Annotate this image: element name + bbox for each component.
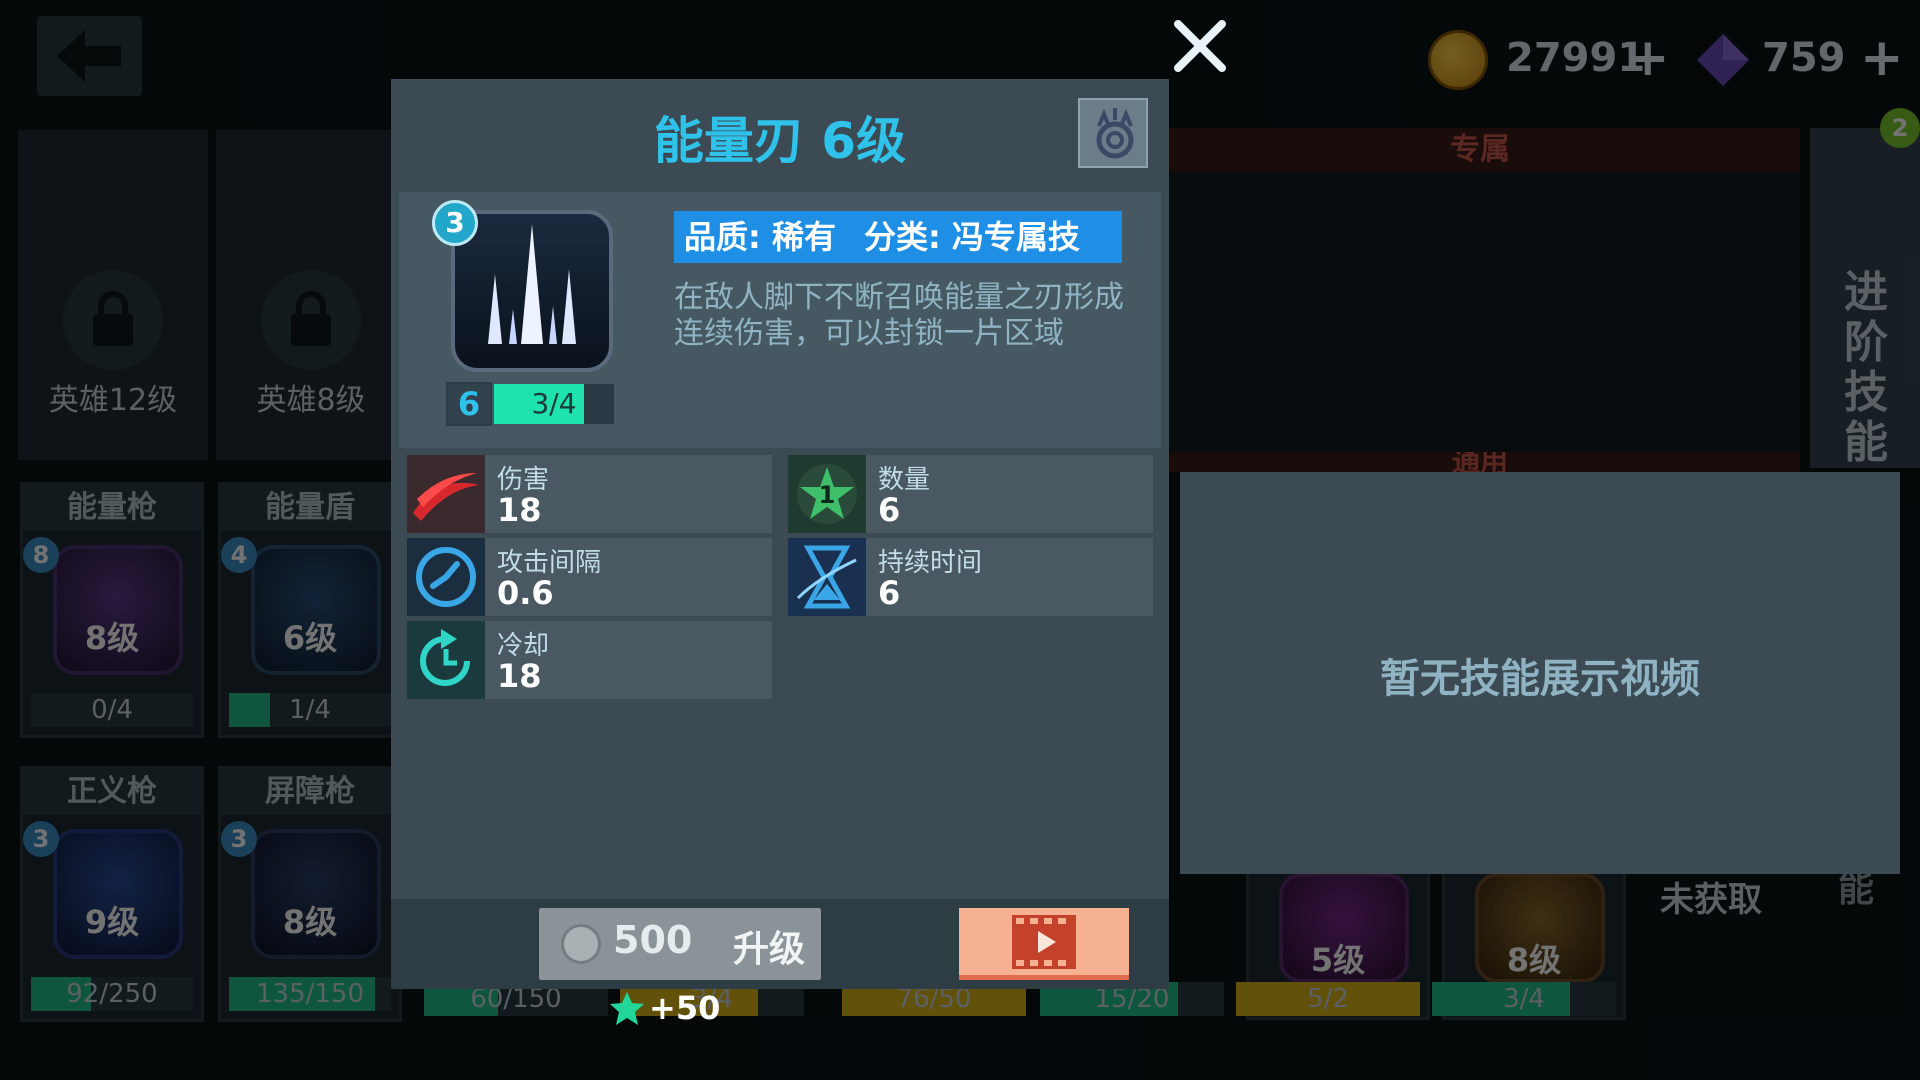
gem-amount: 759	[1762, 35, 1846, 81]
card-progress: 0/4	[31, 693, 193, 727]
advanced-skills-tab[interactable]: 进阶技能	[1810, 128, 1920, 468]
card-count-badge: 3	[221, 821, 257, 857]
back-button[interactable]	[37, 16, 142, 96]
card-level: 8级	[84, 619, 140, 657]
upgrade-cost: 500	[613, 918, 693, 962]
upgrade-button[interactable]: 500 升级	[539, 908, 821, 980]
skill-description: 在敌人脚下不断召唤能量之刃形成连续伤害，可以封锁一片区域	[674, 280, 1124, 351]
skill-card-name: 能量枪	[23, 485, 201, 531]
skill-card-name: 能量盾	[221, 485, 399, 531]
add-gold-button[interactable]: +	[1626, 30, 1670, 86]
card-progress: 92/250	[31, 977, 193, 1011]
category-label: 分类: 冯专属技	[863, 218, 1080, 256]
skill-title: 能量刃 6级	[653, 112, 907, 170]
card-count-badge: 8	[23, 537, 59, 573]
watch-video-button[interactable]	[959, 908, 1129, 980]
stat-value: 0.6	[497, 574, 554, 612]
svg-text:1: 1	[819, 481, 836, 509]
card-level: 8级	[282, 903, 338, 941]
advanced-skills-tab-label: 进阶技能	[1844, 267, 1888, 468]
skill-card[interactable]: 屏障枪 3 8级 135/150	[218, 766, 402, 1022]
cooldown-icon	[407, 621, 485, 699]
lock-icon	[63, 270, 163, 370]
locked-slot[interactable]: 英雄12级	[18, 130, 208, 460]
vortex-icon	[1096, 108, 1134, 159]
stat-value: 6	[878, 574, 901, 612]
skill-count-badge: 3	[432, 200, 478, 246]
locked-slot-label: 英雄8级	[256, 383, 366, 418]
gem-icon	[1697, 34, 1749, 86]
coin-icon	[561, 924, 601, 964]
skill-card-name: 正义枪	[23, 769, 201, 815]
card-progress: 1/4	[229, 693, 391, 727]
quality-label: 品质: 稀有	[684, 218, 836, 256]
green-crystal-icon	[610, 992, 644, 1025]
card-progress: 3/4	[1432, 982, 1616, 1016]
locked-slot[interactable]: 英雄8级	[216, 130, 406, 460]
skill-card[interactable]: 能量盾 4 6级 1/4	[218, 482, 402, 738]
no-video-message: 暂无技能展示视频	[1380, 656, 1700, 702]
stat-duration: 持续时间 6	[788, 538, 1153, 616]
skill-video-panel: 暂无技能展示视频	[1180, 472, 1900, 874]
reward-amount: +50	[649, 989, 721, 1027]
card-level: 6级	[282, 619, 338, 657]
modal-footer: 500 升级	[391, 899, 1169, 989]
slash-icon	[407, 455, 485, 533]
star-count-icon: 1	[788, 455, 866, 533]
film-play-icon	[1012, 915, 1076, 969]
card-progress: 135/150	[229, 977, 391, 1011]
quality-category-bar: 品质: 稀有 分类: 冯专属技	[674, 211, 1122, 263]
stat-value: 18	[497, 491, 542, 529]
card-progress: 5/2	[1236, 982, 1420, 1016]
gold-amount: 27991	[1506, 35, 1646, 81]
card-count-badge: 3	[23, 821, 59, 857]
upgrade-reward: +50	[609, 989, 729, 1029]
locked-slot-label: 英雄12级	[48, 383, 178, 418]
card-count-badge: 4	[221, 537, 257, 573]
skill-card[interactable]: 正义枪 3 9级 92/250	[20, 766, 204, 1022]
upgrade-label: 升级	[733, 929, 806, 970]
energy-blade-icon	[451, 210, 613, 372]
gold-coin-icon	[1428, 30, 1488, 90]
close-icon[interactable]	[1172, 18, 1228, 74]
stat-damage: 伤害 18	[407, 455, 772, 533]
stat-count: 1 数量 6	[788, 455, 1153, 533]
exclusive-section-title: 专属	[1160, 128, 1800, 172]
card-level: 5级	[1310, 941, 1366, 979]
notification-badge: 2	[1880, 108, 1920, 148]
unacquired-label: 未获取	[1660, 880, 1762, 920]
clock-icon	[407, 538, 485, 616]
stat-value: 18	[497, 657, 542, 695]
skill-detail-modal: 能量刃 6级 3 6 3/4 品质: 稀有分类: 冯专属技 在敌人脚下不断召唤	[391, 79, 1169, 1027]
general-section-title: 通用	[1160, 452, 1800, 472]
skill-progress-bar: 3/4	[494, 384, 614, 424]
stat-attack-interval: 攻击间隔 0.6	[407, 538, 772, 616]
skill-progress-text: 3/4	[531, 387, 577, 420]
stat-value: 6	[878, 491, 901, 529]
add-gems-button[interactable]: +	[1860, 30, 1904, 86]
lock-icon	[261, 270, 361, 370]
skill-info-panel: 3 6 3/4 品质: 稀有 分类: 冯专属技 在敌人脚下不断召唤能量之刃形成连续…	[399, 192, 1161, 448]
exclusive-skills-panel: 专属	[1160, 128, 1800, 468]
skill-card-name: 屏障枪	[221, 769, 399, 815]
card-level: 9级	[84, 903, 140, 941]
skill-type-icon[interactable]	[1078, 98, 1148, 168]
skill-card[interactable]: 能量枪 8 8级 0/4	[20, 482, 204, 738]
stat-cooldown: 冷却 18	[407, 621, 772, 699]
back-arrow-icon	[57, 30, 121, 82]
skill-level-box: 6	[446, 382, 492, 426]
card-level: 8级	[1506, 941, 1562, 979]
hourglass-icon	[788, 538, 866, 616]
